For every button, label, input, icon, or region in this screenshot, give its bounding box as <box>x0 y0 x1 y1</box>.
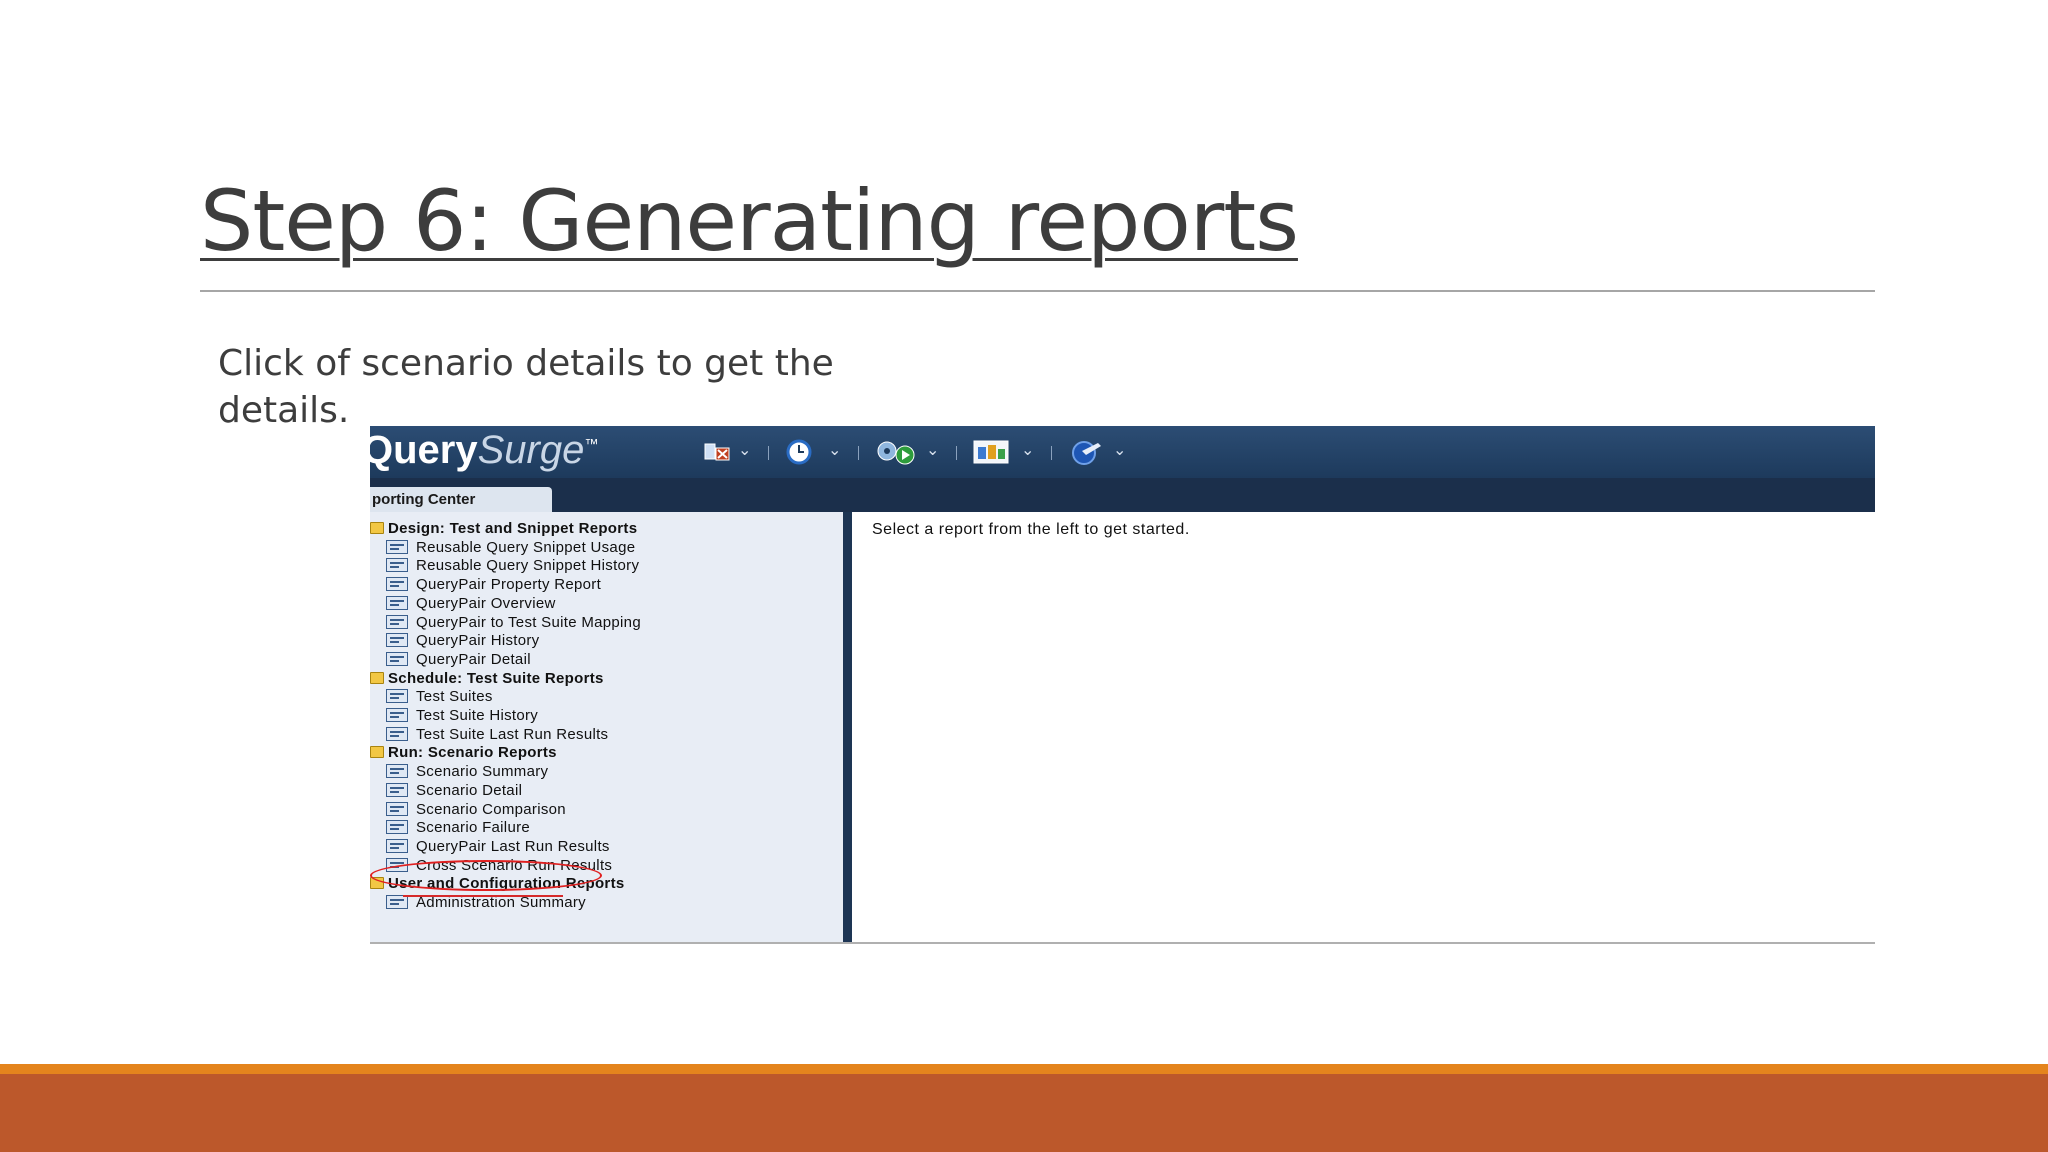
report-item[interactable]: Test Suites <box>386 688 493 707</box>
report-category-label: Run: Scenario Reports <box>388 744 557 762</box>
report-icon <box>386 820 408 835</box>
report-icon <box>386 801 408 816</box>
title-divider <box>200 290 1875 292</box>
toolbar-divider <box>768 446 769 460</box>
report-icon <box>386 782 408 797</box>
screenshot-border <box>370 942 1875 944</box>
report-item[interactable]: Test Suite History <box>386 707 538 726</box>
report-category-label: Schedule: Test Suite Reports <box>388 669 604 687</box>
report-item[interactable]: Scenario Comparison <box>386 801 566 820</box>
report-item-label: Reusable Query Snippet History <box>416 557 640 575</box>
report-category[interactable]: Schedule: Test Suite Reports <box>370 670 604 689</box>
folder-icon <box>370 746 384 759</box>
report-item[interactable]: Test Suite Last Run Results <box>386 726 608 745</box>
chevron-down-icon[interactable]: ⌄ <box>738 440 751 459</box>
report-item[interactable]: Scenario Failure <box>386 819 530 838</box>
annotation-circle <box>370 860 602 891</box>
report-icon <box>386 577 408 592</box>
report-tree-pane: Design: Test and Snippet Reports Reusable… <box>370 512 843 944</box>
tab-bar <box>370 478 1875 512</box>
report-item[interactable]: Reusable Query Snippet History <box>386 557 639 576</box>
report-item-label: Test Suites <box>416 688 493 706</box>
report-category[interactable]: Run: Scenario Reports <box>370 744 557 763</box>
report-item-label: QueryPair Detail <box>416 650 531 668</box>
chevron-down-icon[interactable]: ⌄ <box>1113 440 1126 459</box>
report-item-label: QueryPair Overview <box>416 594 556 612</box>
report-category-label: Design: Test and Snippet Reports <box>388 520 638 537</box>
report-item-label: Test Suite History <box>416 707 539 724</box>
report-item-label: QueryPair Last Run Results <box>416 837 610 855</box>
report-item[interactable]: QueryPair Property Report <box>386 576 601 595</box>
report-icon <box>386 595 408 610</box>
report-icon <box>386 689 408 704</box>
report-icon <box>386 838 408 853</box>
report-item-label: QueryPair to Test Suite Mapping <box>416 613 641 631</box>
report-item[interactable]: QueryPair History <box>386 632 539 651</box>
folder-icon <box>370 671 384 684</box>
report-viewer: Select a report from the left to get sta… <box>852 512 1875 944</box>
report-item[interactable]: QueryPair to Test Suite Mapping <box>386 614 641 633</box>
chevron-down-icon[interactable]: ⌄ <box>1021 440 1034 459</box>
chevron-down-icon[interactable]: ⌄ <box>926 440 939 459</box>
querysurge-screenshot: QuerySurge™ ⌄ ⌄ ⌄ ⌄ ⌄ porting Center Des… <box>370 426 1875 944</box>
app-toolbar: QuerySurge™ ⌄ ⌄ ⌄ ⌄ ⌄ <box>370 426 1875 478</box>
chevron-down-icon[interactable]: ⌄ <box>828 440 841 459</box>
instruction-text: Click of scenario details to get the det… <box>218 343 834 431</box>
report-category[interactable]: Design: Test and Snippet Reports <box>370 520 637 539</box>
reports-icon[interactable] <box>972 439 1010 465</box>
slide-title: Step 6: Generating reports <box>200 172 1299 270</box>
report-item-label: QueryPair Property Report <box>416 576 602 594</box>
report-item-label: Scenario Summary <box>416 763 549 781</box>
report-icon <box>386 651 408 666</box>
admin-icon[interactable] <box>1068 439 1104 465</box>
report-icon <box>386 726 408 741</box>
slide-footer <box>0 1074 2048 1152</box>
report-icon <box>386 895 408 909</box>
report-icon <box>386 708 408 722</box>
report-item-label: Reusable Query Snippet Usage <box>416 538 636 556</box>
footer-accent-stripe <box>0 1064 2048 1074</box>
report-item-label: Test Suite Last Run Results <box>416 725 609 743</box>
welcome-message: Select a report from the left to get sta… <box>872 521 1190 538</box>
querysurge-logo: QuerySurge™ <box>370 428 599 472</box>
report-icon <box>386 558 408 573</box>
report-item[interactable]: Scenario Summary <box>386 763 548 782</box>
tab-reporting-center[interactable]: porting Center <box>370 487 552 512</box>
report-item-label: QueryPair History <box>416 632 540 650</box>
report-item-label: Scenario Detail <box>416 781 523 799</box>
report-item[interactable]: QueryPair Detail <box>386 651 531 670</box>
toolbar-divider <box>858 446 859 460</box>
report-icon <box>386 633 408 648</box>
report-item[interactable]: Scenario Detail <box>386 782 522 801</box>
report-item-label: Scenario Comparison <box>416 800 566 818</box>
report-icon <box>386 764 408 779</box>
pane-splitter[interactable] <box>843 512 852 944</box>
report-item[interactable]: QueryPair Last Run Results <box>386 838 610 857</box>
report-item[interactable]: Reusable Query Snippet Usage <box>386 539 635 558</box>
report-icon <box>386 539 408 554</box>
folder-icon <box>370 522 384 534</box>
report-icon <box>386 614 408 629</box>
toolbar-divider <box>956 446 957 460</box>
design-icon[interactable] <box>703 439 731 465</box>
report-item[interactable]: QueryPair Overview <box>386 595 556 614</box>
report-item-label: Scenario Failure <box>416 819 531 837</box>
annotation-strike <box>403 895 563 897</box>
clock-icon[interactable] <box>785 439 813 465</box>
run-gear-icon[interactable] <box>873 439 917 465</box>
toolbar-divider <box>1051 446 1052 460</box>
